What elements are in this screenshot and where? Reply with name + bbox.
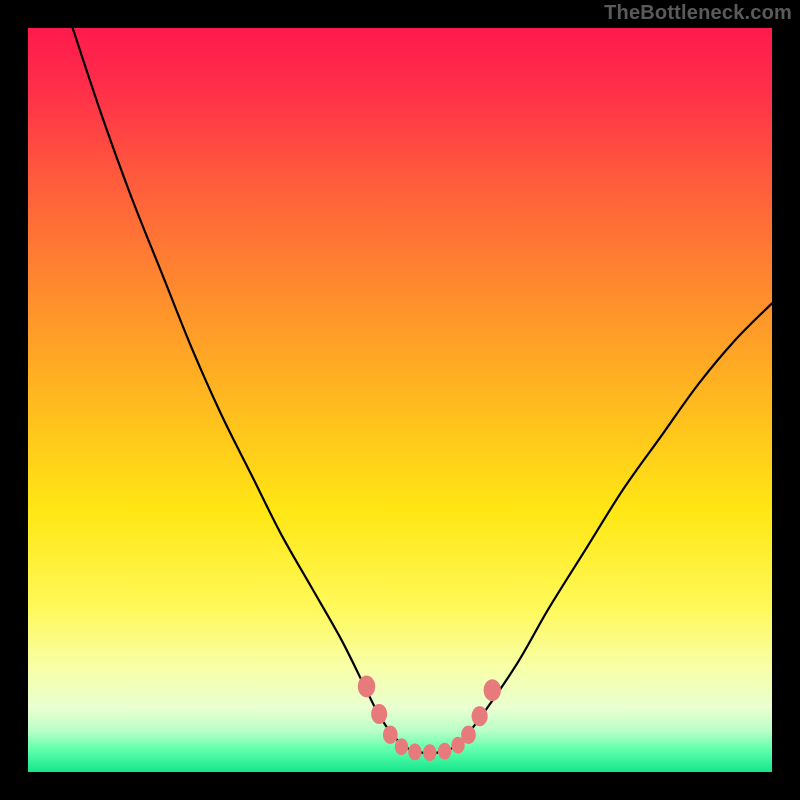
watermark-text: TheBottleneck.com — [604, 2, 792, 25]
plot-area — [28, 28, 772, 772]
curve-marker — [461, 726, 476, 744]
curve-layer — [28, 28, 772, 772]
chart-frame: TheBottleneck.com — [0, 0, 800, 800]
curve-marker — [472, 706, 488, 726]
curve-marker — [423, 744, 436, 761]
curve-marker — [371, 704, 387, 724]
curve-marker — [395, 738, 408, 755]
bottleneck-curve — [73, 28, 772, 753]
curve-marker — [383, 726, 398, 744]
curve-marker — [408, 744, 421, 761]
curve-marker — [438, 743, 451, 760]
curve-markers — [358, 676, 501, 761]
curve-marker — [484, 679, 501, 701]
curve-marker — [358, 676, 375, 698]
